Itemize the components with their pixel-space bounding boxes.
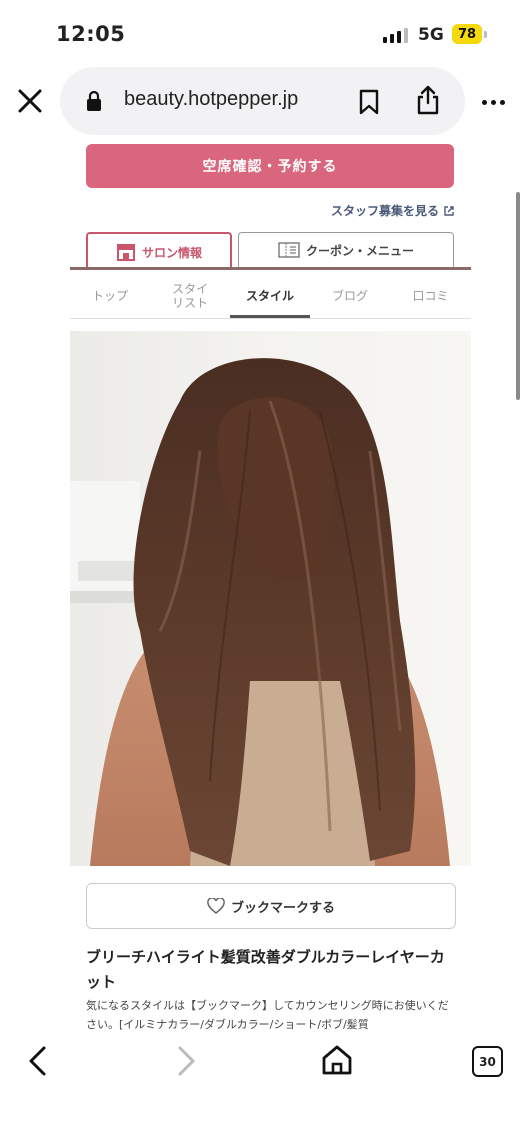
- subnav-reviews[interactable]: 口コミ: [390, 274, 471, 318]
- close-icon[interactable]: [14, 85, 46, 117]
- signal-icon: [383, 28, 408, 43]
- share-icon[interactable]: [415, 84, 441, 116]
- home-icon[interactable]: [320, 1043, 354, 1077]
- tab-salon-label: サロン情報: [141, 245, 202, 260]
- staff-recruit-label: スタッフ募集を見る: [330, 204, 439, 218]
- network-label: 5G: [418, 25, 444, 45]
- clock: 12:05: [56, 22, 126, 46]
- more-icon[interactable]: [482, 100, 505, 105]
- tabs-count-button[interactable]: 30: [472, 1046, 503, 1077]
- url-text[interactable]: beauty.hotpepper.jp: [124, 88, 298, 111]
- menu-book-icon: [278, 242, 300, 258]
- forward-icon[interactable]: [170, 1045, 200, 1077]
- web-page: 空席確認・予約する スタッフ募集を見る サロン情報 クーポン・メニュー トップ …: [70, 140, 471, 1035]
- bookmark-label: ブックマークする: [230, 900, 335, 916]
- status-bar: 12:05 5G 78: [0, 0, 525, 70]
- tab-coupon-label: クーポン・メニュー: [305, 243, 414, 258]
- bookmark-icon[interactable]: [358, 89, 380, 115]
- subnav-top[interactable]: トップ: [70, 274, 150, 318]
- external-link-icon: [444, 205, 454, 216]
- tab-coupon-menu[interactable]: クーポン・メニュー: [238, 232, 454, 267]
- tabs-divider: [70, 267, 471, 270]
- style-photo[interactable]: [70, 331, 471, 866]
- shop-icon: [116, 244, 135, 261]
- bottom-toolbar: [0, 1035, 525, 1136]
- style-title: ブリーチハイライト髪質改善ダブルカラーレイヤーカット: [86, 948, 445, 991]
- scrollbar[interactable]: [516, 192, 520, 400]
- subnav-blog[interactable]: ブログ: [310, 274, 390, 318]
- subnav-style[interactable]: スタイル: [230, 274, 310, 318]
- battery-icon: 78: [452, 24, 482, 44]
- staff-recruit-link[interactable]: スタッフ募集を見る: [331, 202, 455, 219]
- bookmark-button[interactable]: ブックマークする: [86, 883, 456, 929]
- heart-icon: [207, 898, 225, 914]
- sub-navigation: トップ スタイ リスト スタイル ブログ 口コミ: [70, 274, 471, 319]
- battery-tip: [484, 31, 487, 38]
- tab-salon-info[interactable]: サロン情報: [86, 232, 232, 270]
- subnav-stylist[interactable]: スタイ リスト: [150, 274, 230, 318]
- back-icon[interactable]: [24, 1045, 54, 1077]
- style-description: 気になるスタイルは【ブックマーク】してカウンセリング時にお使いください。[イルミ…: [86, 999, 449, 1031]
- lock-icon: [87, 90, 101, 111]
- subnav-active-indicator: [230, 315, 310, 318]
- reserve-button[interactable]: 空席確認・予約する: [86, 144, 454, 188]
